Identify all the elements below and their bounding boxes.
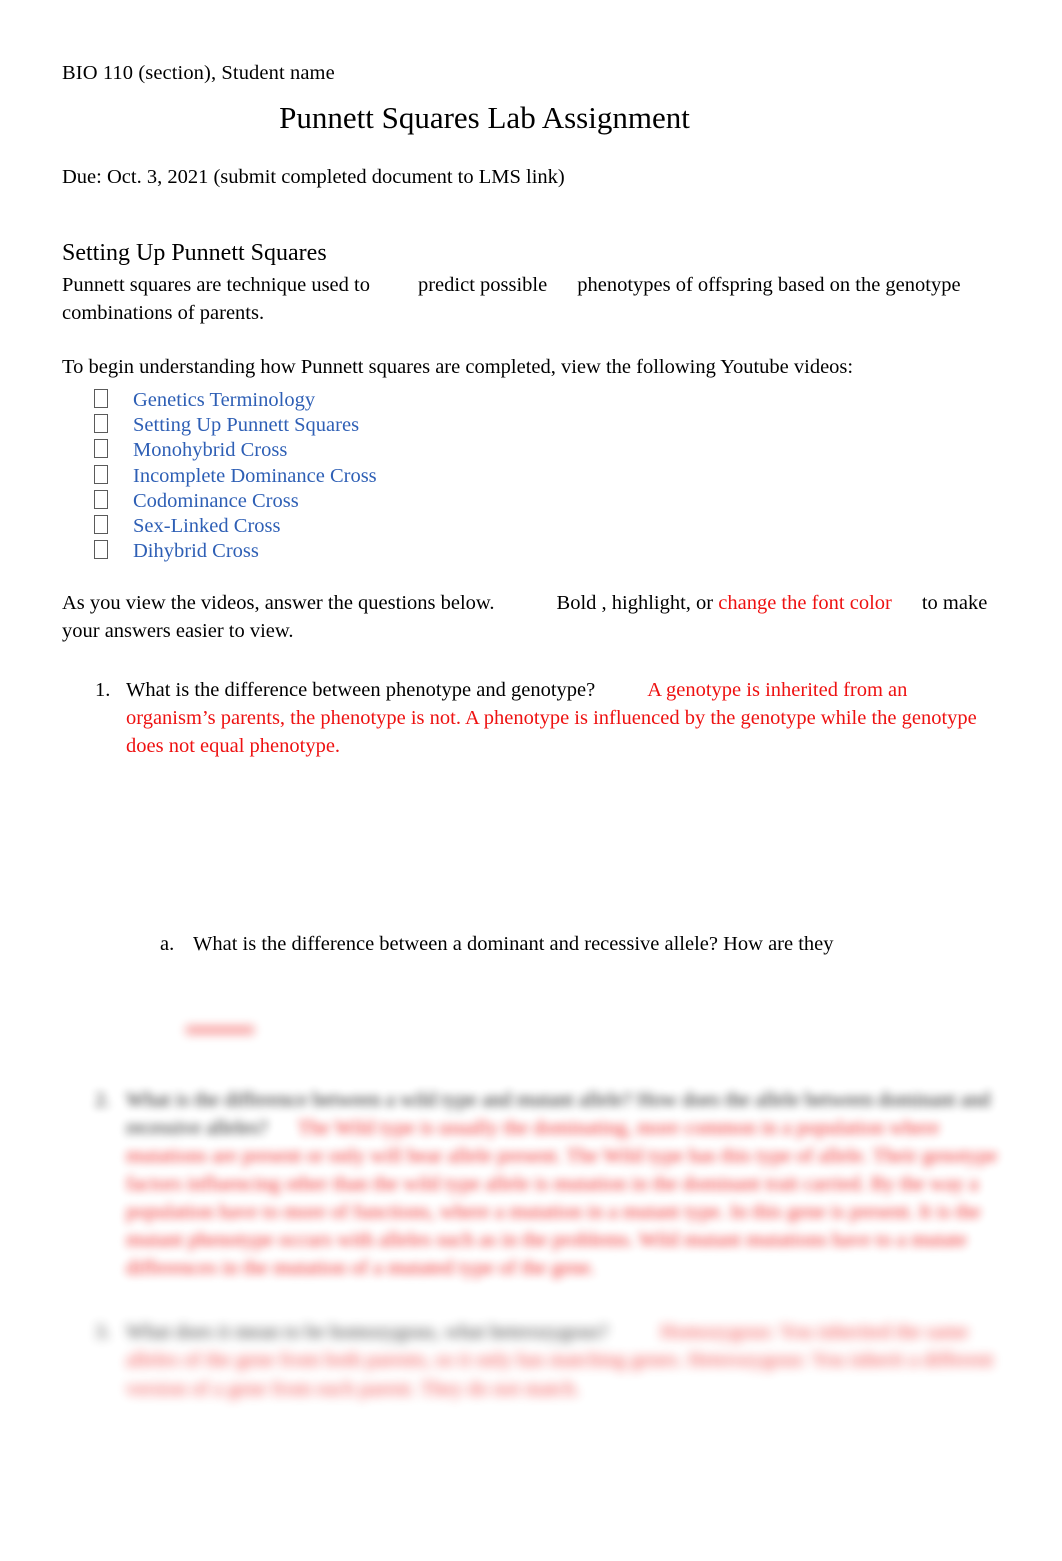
tofu-bullet-icon: [94, 414, 108, 434]
instructions-text-part-1: As you view the videos, answer the quest…: [62, 592, 495, 615]
video-link-setting-up-punnett-squares[interactable]: Setting Up Punnett Squares: [133, 413, 359, 437]
list-item[interactable]: Incomplete Dominance Cross: [62, 463, 1002, 488]
blurred-question-item-2: 2. What is the difference between a wild…: [62, 1086, 1002, 1283]
answer-space-2: [62, 958, 1002, 1080]
document-page: BIO 110 (section), Student name Punnett …: [0, 0, 1062, 1561]
section-intro-paragraph: Punnett squares are technique used to pre…: [62, 271, 1002, 327]
page-title: Punnett Squares Lab Assignment: [279, 99, 690, 135]
list-item[interactable]: Sex-Linked Cross: [62, 513, 1002, 538]
due-date-line: Due: Oct. 3, 2021 (submit completed docu…: [62, 165, 565, 188]
tofu-bullet-icon: [94, 489, 108, 509]
video-links-list: Genetics Terminology Setting Up Punnett …: [62, 387, 1002, 563]
videos-lead-paragraph: To begin understanding how Punnett squar…: [62, 355, 854, 378]
intro-text-part-2: predict possible: [417, 273, 548, 296]
redaction-smudge: [186, 1026, 254, 1034]
subquestion-letter: a.: [160, 932, 175, 955]
blurred-question-number: 3.: [95, 1321, 111, 1344]
tofu-bullet-icon: [94, 464, 108, 484]
list-item[interactable]: Codominance Cross: [62, 488, 1002, 513]
video-link-dihybrid-cross[interactable]: Dihybrid Cross: [133, 539, 259, 563]
blurred-question-prompt: What does it mean to be homozygous, what…: [126, 1321, 609, 1344]
tofu-bullet-icon: [94, 439, 108, 459]
questions-list: 1. What is the difference between phenot…: [62, 676, 1002, 760]
list-item[interactable]: Setting Up Punnett Squares: [62, 412, 1002, 437]
video-link-codominance-cross[interactable]: Codominance Cross: [133, 489, 299, 513]
video-link-sex-linked-cross[interactable]: Sex-Linked Cross: [133, 514, 280, 538]
answer-space-1: [62, 760, 1002, 930]
question-prompt: What is the difference between phenotype…: [126, 678, 596, 701]
subquestions-list: a. What is the difference between a domi…: [62, 930, 1002, 958]
blurred-question-number: 2.: [95, 1088, 111, 1111]
blurred-questions-list-2: 3. What does it mean to be homozygous, w…: [62, 1318, 1002, 1402]
tofu-bullet-icon: [94, 515, 108, 534]
video-link-genetics-terminology[interactable]: Genetics Terminology: [133, 388, 315, 412]
instructions-text-part-2: , highlight, or: [601, 592, 714, 615]
video-link-incomplete-dominance-cross[interactable]: Incomplete Dominance Cross: [133, 464, 377, 488]
question-number: 1.: [95, 678, 111, 701]
blurred-question-answer[interactable]: The Wild type is usually the dominating,…: [126, 1117, 997, 1279]
student-header-line: BIO 110 (section), Student name: [62, 62, 335, 84]
list-item[interactable]: Dihybrid Cross: [62, 538, 1002, 563]
instructions-paragraph: As you view the videos, answer the quest…: [62, 589, 1002, 645]
tofu-bullet-icon: [94, 389, 108, 409]
list-item[interactable]: Genetics Terminology: [62, 387, 1002, 412]
tofu-bullet-icon: [94, 540, 108, 560]
document-body: BIO 110 (section), Student name Punnett …: [62, 60, 1002, 1403]
subquestion-prompt: What is the difference between a dominan…: [193, 932, 834, 955]
subquestion-item-a: a. What is the difference between a domi…: [62, 930, 1002, 958]
video-link-monohybrid-cross[interactable]: Monohybrid Cross: [133, 438, 287, 462]
instructions-bold-word: Bold: [556, 592, 597, 615]
instructions-colored-phrase: change the font color: [718, 592, 892, 615]
question-item-1: 1. What is the difference between phenot…: [62, 676, 1002, 760]
blurred-question-item-3: 3. What does it mean to be homozygous, w…: [62, 1318, 1002, 1402]
section-heading-setting-up-punnett-squares: Setting Up Punnett Squares: [62, 239, 327, 266]
intro-text-part-1: Punnett squares are technique used to: [62, 273, 370, 296]
blurred-questions-list: 2. What is the difference between a wild…: [62, 1086, 1002, 1283]
list-item[interactable]: Monohybrid Cross: [62, 437, 1002, 462]
